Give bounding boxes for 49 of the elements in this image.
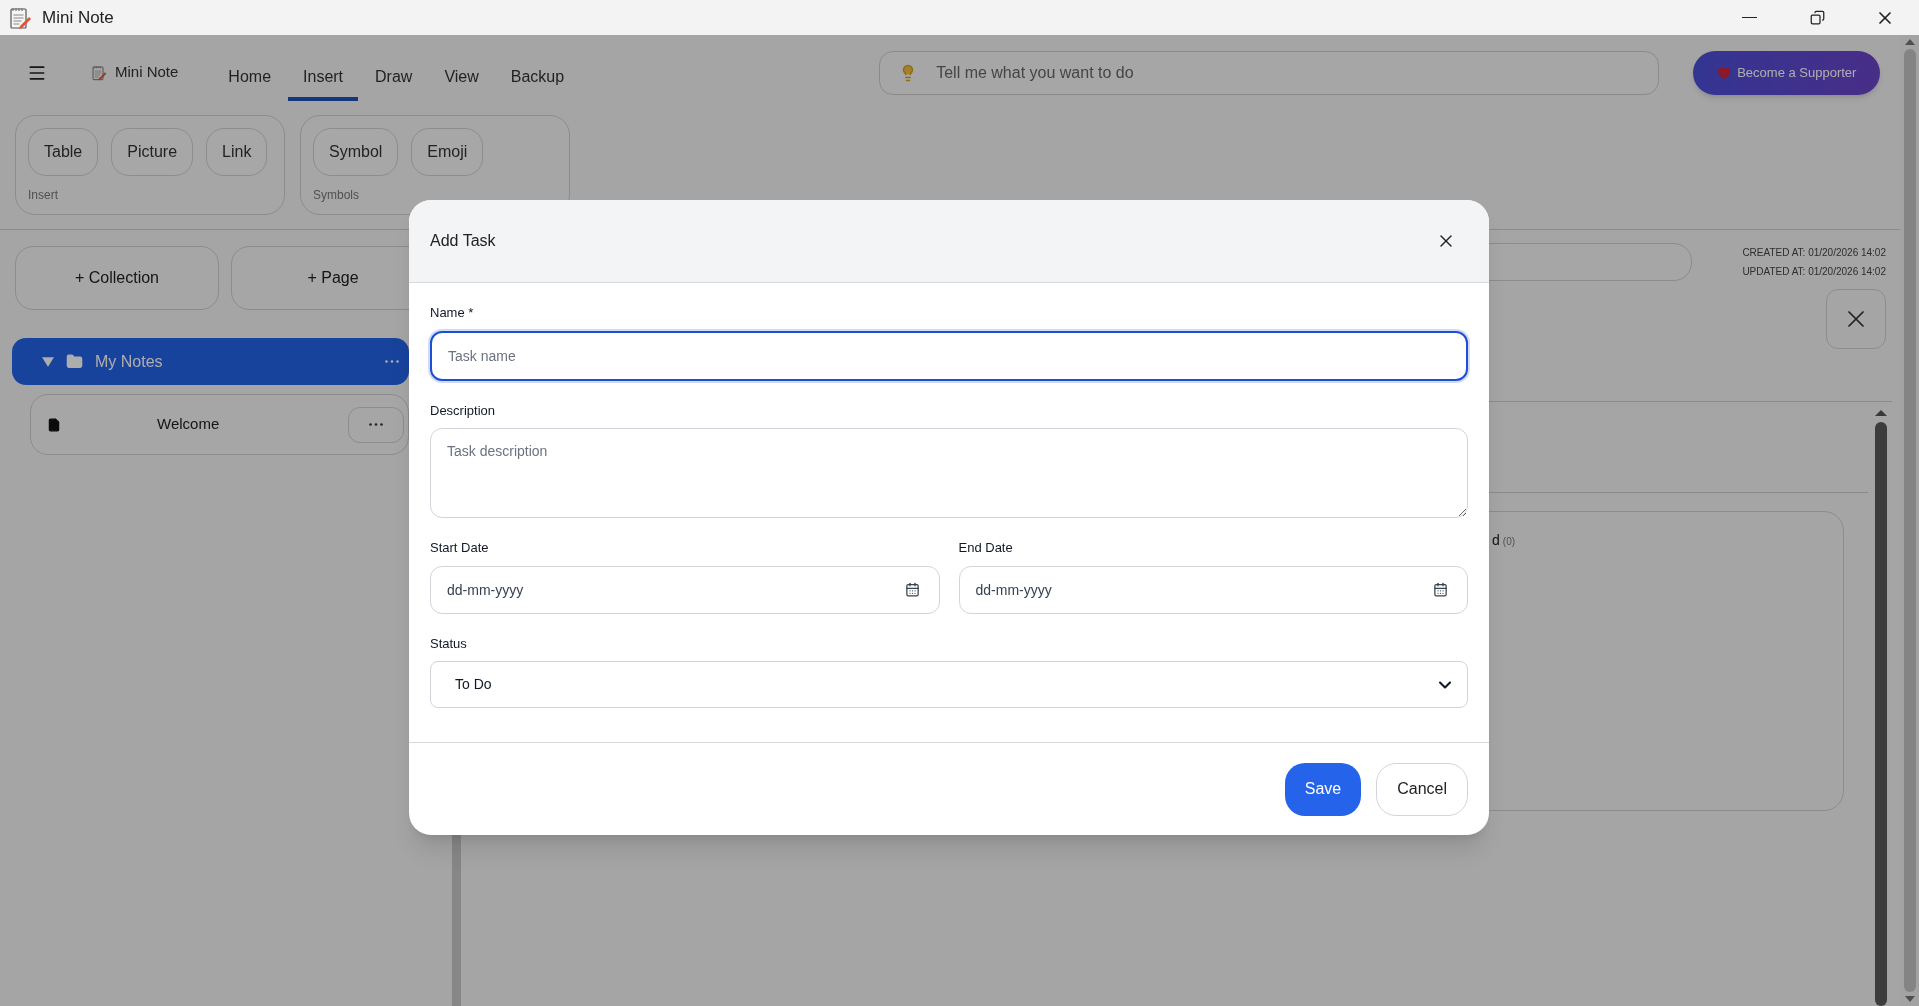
restore-icon — [1809, 10, 1825, 25]
document-icon — [47, 417, 61, 432]
ribbon-tab[interactable]: Home — [213, 56, 287, 101]
notepad-icon — [8, 5, 32, 30]
minimize-icon — [1741, 16, 1757, 19]
ribbon-tab[interactable]: View — [429, 56, 494, 101]
group-label: Symbols — [313, 187, 360, 204]
ribbon-button[interactable]: Symbol — [313, 128, 399, 176]
page-item[interactable]: Welcome — [30, 394, 409, 455]
field-label: End Date — [958, 539, 1014, 557]
ribbon-button[interactable]: Emoji — [411, 128, 484, 176]
task-count: (0) — [1502, 535, 1516, 549]
expand-triangle-icon[interactable] — [42, 355, 54, 368]
tree-item[interactable]: My Notes — [12, 338, 409, 385]
more-icon[interactable] — [385, 360, 399, 363]
field-label: Status — [430, 634, 468, 653]
status-select[interactable]: To Do — [430, 661, 1468, 708]
updated-timestamp: UPDATED AT: 01/20/2026 14:02 — [1742, 265, 1886, 279]
add-button[interactable]: + Collection — [15, 246, 219, 310]
description-field[interactable]: Task description — [430, 428, 1468, 518]
ribbon-tab[interactable]: Draw — [360, 56, 428, 101]
date-field[interactable]: dd-mm-yyyy — [430, 565, 940, 614]
column-heading: d — [1492, 531, 1500, 550]
date-field[interactable]: dd-mm-yyyy — [958, 565, 1468, 614]
close-page-button[interactable] — [1826, 289, 1886, 349]
heart-icon — [1717, 65, 1732, 80]
save-button[interactable]: Save — [1284, 762, 1362, 816]
folder-icon — [66, 353, 83, 370]
calendar-icon[interactable] — [904, 581, 920, 597]
group-label: Insert — [28, 187, 59, 204]
page-label: Welcome — [157, 414, 220, 435]
supporter-button[interactable]: Become a Supporter — [1693, 50, 1881, 95]
more-icon — [369, 423, 383, 426]
notepad-icon — [91, 63, 107, 82]
field-label: Start Date — [430, 539, 490, 557]
ribbon-button[interactable]: Link — [206, 128, 268, 176]
name-field[interactable]: Task name — [430, 330, 1468, 381]
ribbon-tab[interactable]: Backup — [495, 56, 580, 101]
tree-label: My Notes — [95, 351, 163, 372]
window-title: Mini Note — [42, 6, 114, 29]
ribbon-button[interactable]: Picture — [111, 128, 194, 176]
cancel-button[interactable]: Cancel — [1376, 762, 1468, 816]
calendar-icon[interactable] — [1433, 581, 1448, 597]
ribbon-tab[interactable]: Insert — [288, 56, 359, 101]
ribbon-button[interactable]: Table — [28, 128, 99, 176]
app-logo: Mini Note — [115, 62, 179, 83]
search-field[interactable]: Tell me what you want to do — [879, 50, 1660, 95]
field-label: Description — [430, 401, 497, 420]
created-timestamp: CREATED AT: 01/20/2026 14:02 — [1742, 246, 1886, 260]
